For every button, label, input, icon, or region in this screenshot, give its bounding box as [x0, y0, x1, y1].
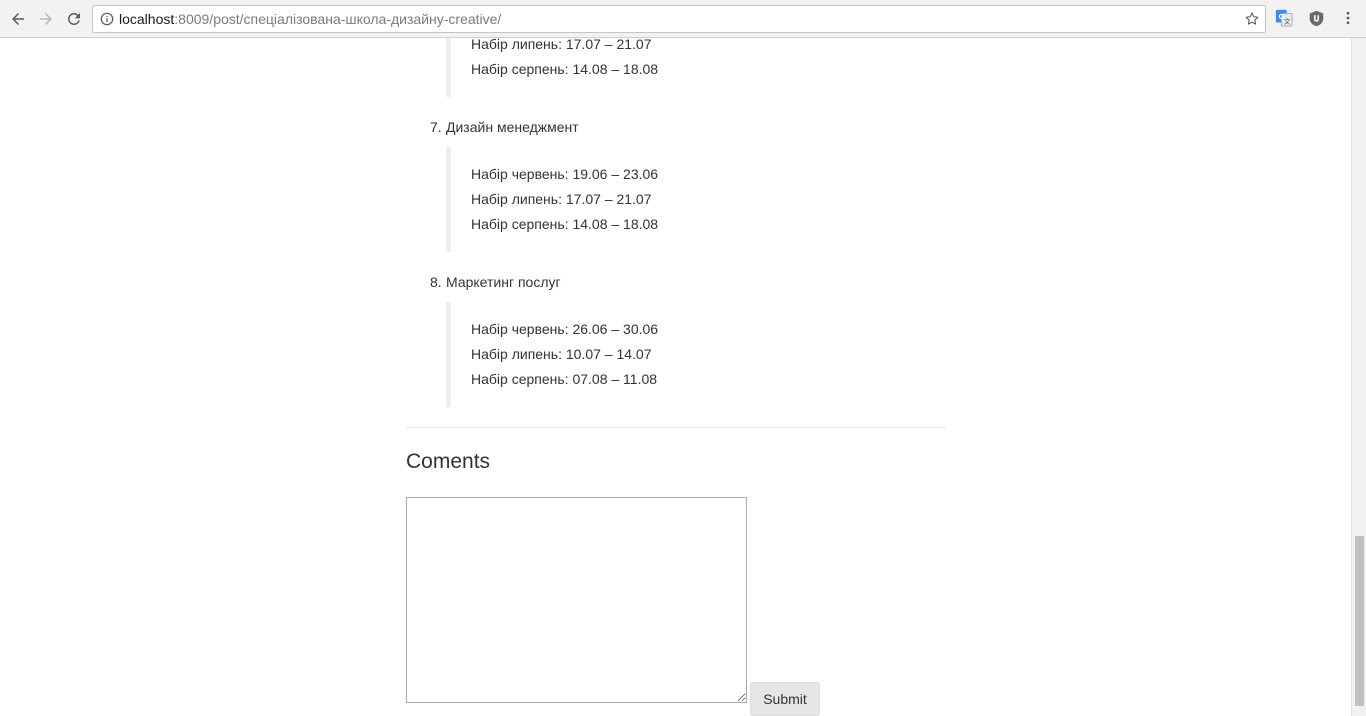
- blockquote-bar: [446, 147, 451, 252]
- schedule-entry: Набір липень: 17.07 – 21.07: [471, 191, 652, 207]
- forward-arrow-icon: [40, 13, 52, 25]
- schedule-entry: Набір червень: 19.06 – 23.06: [471, 166, 659, 182]
- back-button[interactable]: [6, 7, 30, 31]
- list-item-title: Маркетинг послуг: [446, 274, 561, 290]
- kebab-menu-icon[interactable]: [1338, 8, 1358, 28]
- url-host: localhost: [119, 11, 175, 27]
- url-text: localhost:8009/post/спеціалізована-школа…: [119, 11, 501, 27]
- blockquote-bar: [446, 38, 451, 97]
- schedule-entry: Набір серпень: 07.08 – 11.08: [471, 371, 658, 387]
- schedule-entry: Набір липень: 17.07 – 21.07: [471, 38, 652, 52]
- star-icon[interactable]: [1244, 11, 1260, 27]
- scrollbar-thumb[interactable]: [1355, 536, 1364, 706]
- browser-toolbar: localhost:8009/post/спеціалізована-школа…: [0, 0, 1366, 38]
- svg-text:文: 文: [1284, 16, 1291, 25]
- list-item-number: 7.: [430, 119, 442, 135]
- schedule-entry: Набір липень: 10.07 – 14.07: [471, 346, 652, 362]
- list-item-title: Дизайн менеджмент: [446, 119, 579, 135]
- schedule-entry: Набір серпень: 14.08 – 18.08: [471, 61, 659, 77]
- section-divider: [406, 427, 946, 428]
- submit-button[interactable]: Submit: [750, 682, 820, 716]
- info-icon[interactable]: [99, 11, 115, 27]
- comments-heading: Coments: [406, 450, 491, 473]
- list-item-number: 8.: [430, 274, 442, 290]
- ublock-shield-icon[interactable]: [1306, 8, 1326, 28]
- google-translate-icon[interactable]: G文: [1274, 8, 1294, 28]
- vertical-scrollbar[interactable]: [1351, 38, 1366, 716]
- schedule-entry: Набір червень: 26.06 – 30.06: [471, 321, 659, 337]
- back-arrow-icon: [12, 13, 24, 25]
- forward-button[interactable]: [34, 7, 58, 31]
- comment-textarea[interactable]: [406, 497, 747, 703]
- blockquote-bar: [446, 302, 451, 407]
- page-content: Набір липень: 17.07 – 21.07 Набір серпен…: [0, 38, 1351, 716]
- reload-button[interactable]: [62, 7, 86, 31]
- reload-icon: [68, 12, 80, 25]
- url-path: :8009/post/спеціалізована-школа-дизайну-…: [174, 11, 502, 27]
- schedule-entry: Набір серпень: 14.08 – 18.08: [471, 216, 659, 232]
- address-bar[interactable]: localhost:8009/post/спеціалізована-школа…: [92, 5, 1266, 33]
